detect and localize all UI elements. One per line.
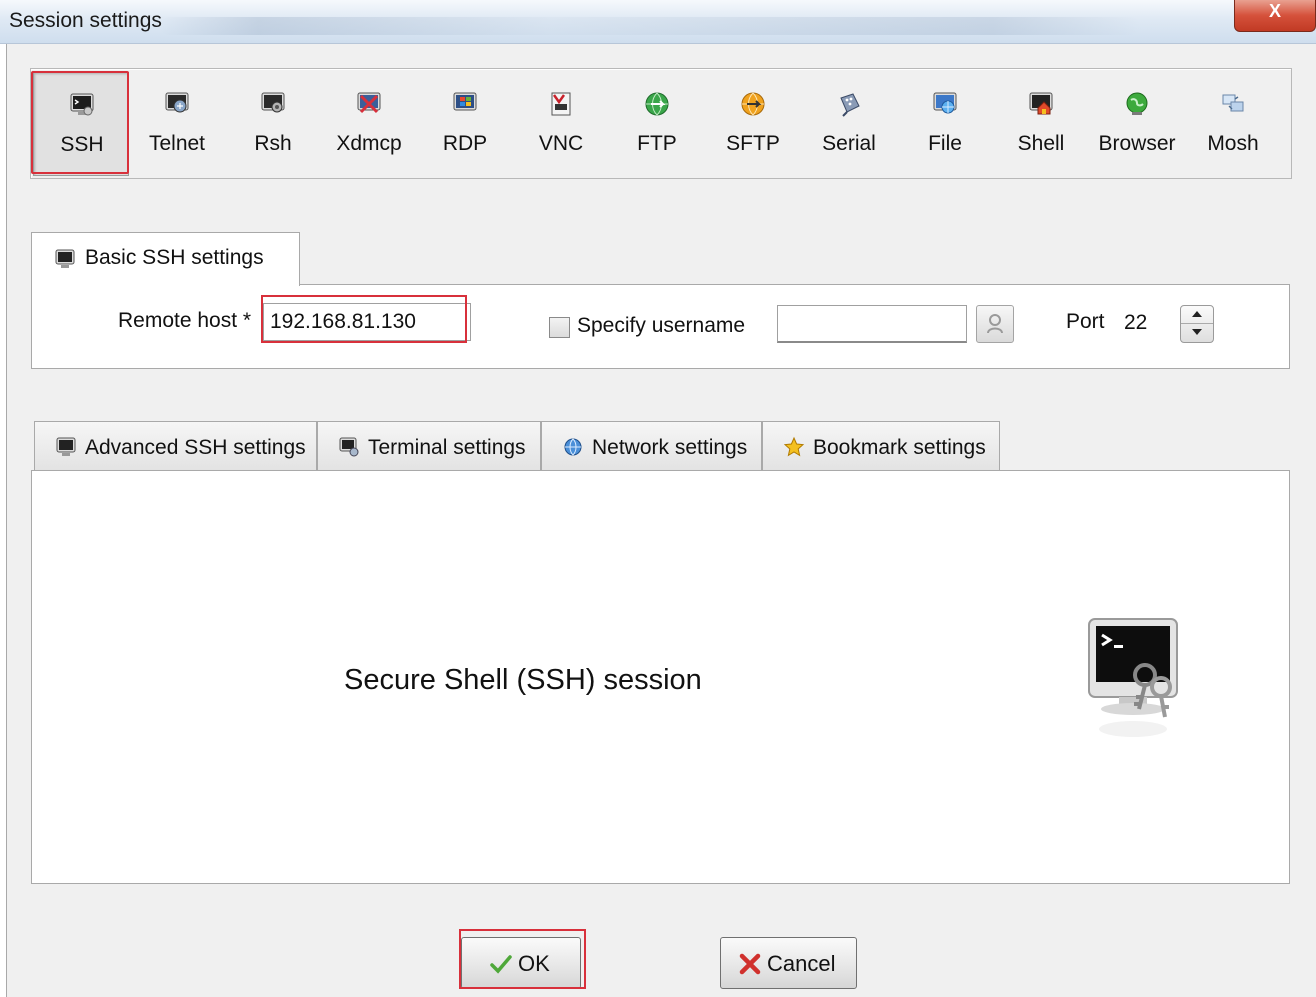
session-type-ssh[interactable]: SSH bbox=[33, 72, 129, 176]
tab-label: Network settings bbox=[592, 436, 748, 459]
tab-label: Bookmark settings bbox=[813, 436, 986, 459]
browser-globe-icon bbox=[1126, 92, 1148, 115]
xdmcp-icon bbox=[357, 92, 381, 114]
session-type-label: Shell bbox=[1017, 132, 1065, 155]
session-type-ftp[interactable]: FTP bbox=[609, 72, 705, 176]
sftp-globe-icon bbox=[741, 92, 765, 116]
port-input[interactable] bbox=[1120, 303, 1176, 343]
session-type-serial[interactable]: Serial bbox=[801, 72, 897, 176]
tab-bookmark-settings[interactable]: Bookmark settings bbox=[762, 421, 1000, 471]
session-type-label: Browser bbox=[1098, 132, 1176, 155]
session-type-label: Rsh bbox=[254, 132, 292, 155]
rdp-windows-icon bbox=[453, 92, 477, 111]
star-icon bbox=[783, 436, 805, 457]
username-input[interactable] bbox=[777, 305, 967, 343]
tab-network-settings[interactable]: Network settings bbox=[541, 421, 762, 471]
session-type-label: SFTP bbox=[726, 132, 780, 155]
remote-host-label: Remote host * bbox=[118, 309, 252, 332]
tab-label: Basic SSH settings bbox=[85, 246, 264, 269]
port-spinner[interactable] bbox=[1180, 305, 1214, 343]
spinner-up-icon[interactable] bbox=[1181, 306, 1213, 324]
ok-label: OK bbox=[518, 951, 550, 976]
network-globe-icon bbox=[564, 438, 582, 456]
session-type-label: RDP bbox=[442, 132, 488, 155]
ssh-terminal-icon bbox=[70, 93, 94, 116]
session-type-label: SSH bbox=[60, 133, 104, 156]
session-type-xdmcp[interactable]: Xdmcp bbox=[321, 72, 417, 176]
ssh-terminal-keys-icon bbox=[1088, 618, 1178, 737]
terminal-icon bbox=[55, 249, 75, 268]
session-type-browser[interactable]: Browser bbox=[1089, 72, 1185, 176]
remote-host-input[interactable] bbox=[263, 303, 471, 341]
session-description: Secure Shell (SSH) session bbox=[344, 664, 702, 696]
user-key-icon bbox=[987, 314, 1003, 334]
port-label: Port bbox=[1066, 310, 1105, 333]
session-type-rsh[interactable]: Rsh bbox=[225, 72, 321, 176]
session-type-vnc[interactable]: VNC bbox=[513, 72, 609, 176]
title-bar[interactable]: Session settings X bbox=[0, 0, 1316, 44]
session-type-label: VNC bbox=[538, 132, 584, 155]
session-type-label: Mosh bbox=[1207, 132, 1259, 155]
tab-label: Advanced SSH settings bbox=[85, 436, 306, 459]
tab-basic-ssh-settings[interactable]: Basic SSH settings bbox=[31, 232, 300, 286]
cancel-label: Cancel bbox=[767, 951, 836, 976]
rsh-icon bbox=[261, 92, 285, 113]
specify-username-checkbox[interactable] bbox=[549, 317, 570, 338]
close-icon: X bbox=[1268, 1, 1281, 21]
cancel-button[interactable]: Cancel bbox=[720, 937, 857, 989]
tab-advanced-ssh-settings[interactable]: Advanced SSH settings bbox=[34, 421, 317, 471]
session-type-telnet[interactable]: Telnet bbox=[129, 72, 225, 176]
session-type-label: FTP bbox=[637, 132, 677, 155]
user-credentials-button[interactable] bbox=[976, 305, 1014, 343]
shell-icon bbox=[1029, 92, 1053, 115]
session-type-file[interactable]: File bbox=[897, 72, 993, 176]
session-type-mosh[interactable]: Mosh bbox=[1185, 72, 1281, 176]
session-type-rdp[interactable]: RDP bbox=[417, 72, 513, 176]
session-type-label: Xdmcp bbox=[336, 132, 402, 155]
session-type-sftp[interactable]: SFTP bbox=[705, 72, 801, 176]
vnc-icon bbox=[551, 92, 571, 116]
title-bar-gloss bbox=[160, 17, 1140, 35]
session-type-label: Telnet bbox=[148, 132, 206, 155]
tab-terminal-settings[interactable]: Terminal settings bbox=[317, 421, 541, 471]
checkmark-icon bbox=[490, 955, 512, 974]
terminal-settings-icon bbox=[339, 437, 359, 457]
specify-username-label: Specify username bbox=[577, 314, 746, 337]
serial-plug-icon bbox=[840, 93, 860, 117]
window-title: Session settings bbox=[9, 9, 162, 32]
terminal-icon bbox=[56, 437, 76, 456]
close-button[interactable]: X bbox=[1234, 0, 1316, 32]
mosh-icon bbox=[1222, 94, 1244, 112]
cancel-x-icon bbox=[739, 953, 761, 975]
tab-label: Terminal settings bbox=[368, 436, 526, 459]
session-type-label: File bbox=[928, 132, 962, 155]
session-type-toolbar: SSH Telnet Rsh Xdmcp RDP VNC FTP SFTP Se… bbox=[30, 68, 1292, 179]
session-type-label: Serial bbox=[822, 132, 876, 155]
spinner-down-icon[interactable] bbox=[1181, 324, 1213, 342]
session-type-shell[interactable]: Shell bbox=[993, 72, 1089, 176]
telnet-icon bbox=[165, 92, 189, 113]
file-explorer-icon bbox=[933, 92, 957, 114]
ok-button[interactable]: OK bbox=[461, 937, 581, 989]
ftp-globe-icon bbox=[645, 92, 669, 116]
